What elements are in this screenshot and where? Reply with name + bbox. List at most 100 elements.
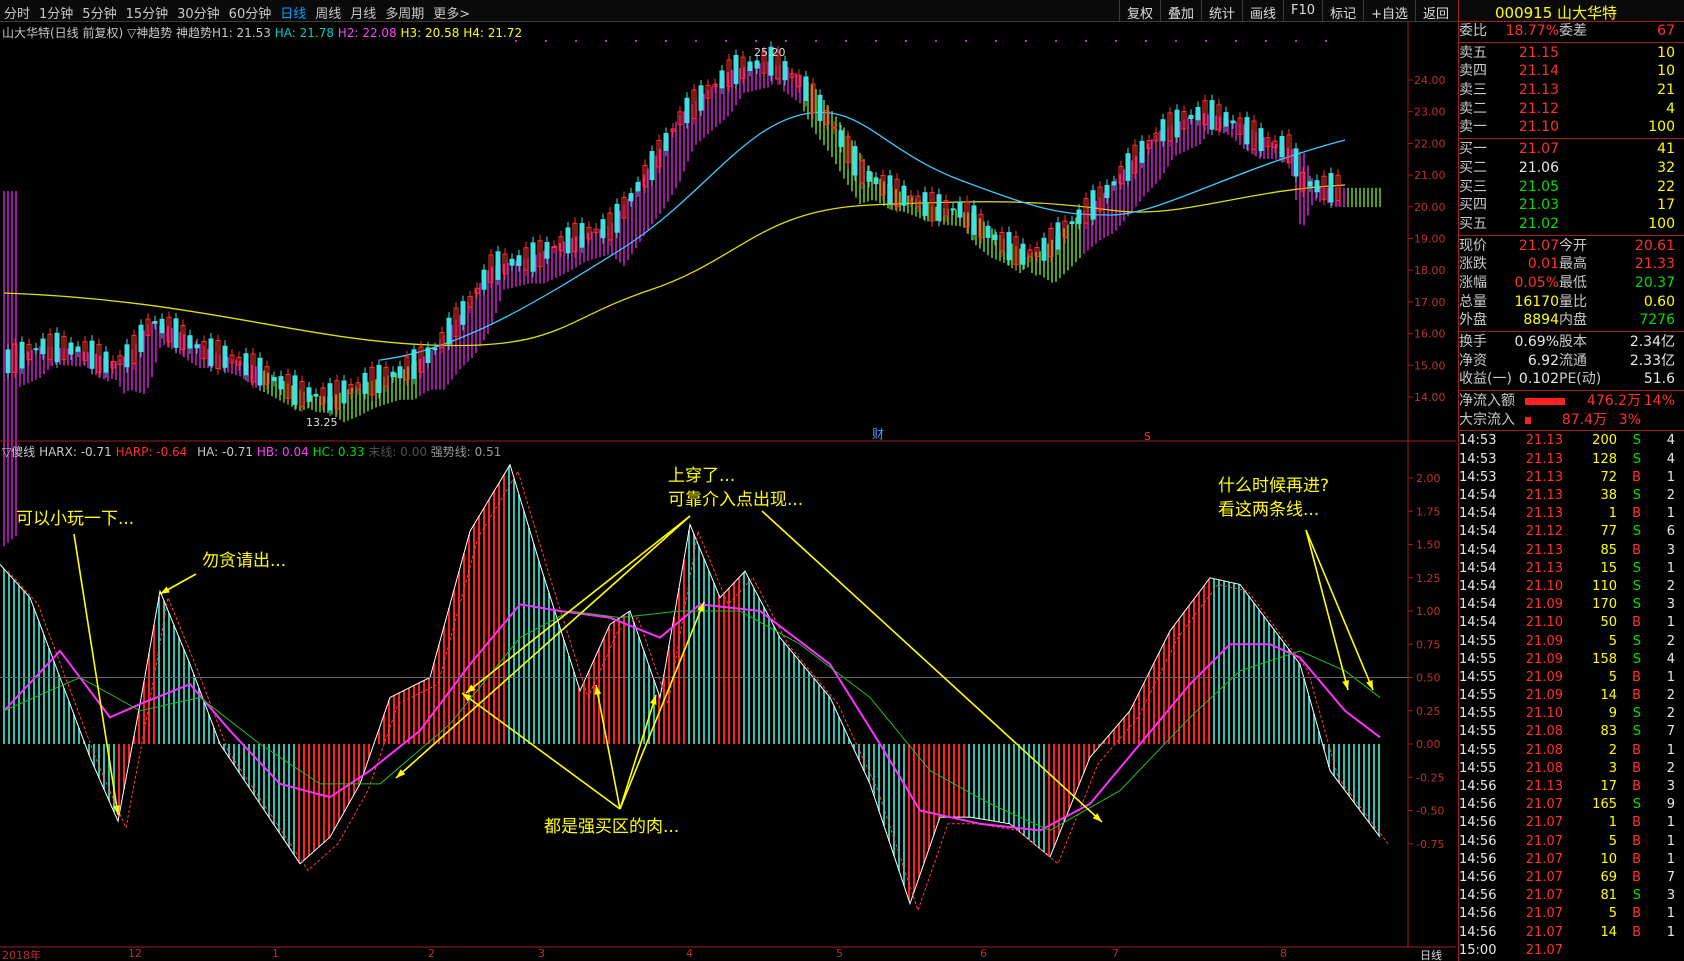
annotation-arrow — [73, 533, 119, 816]
x-label-2: 1 — [272, 947, 279, 960]
candle-body — [376, 364, 382, 394]
period-tab-8[interactable]: 月线 — [350, 3, 376, 22]
stat2-row: 净资 6.92 流通 2.33亿 — [1459, 352, 1675, 369]
tick-row: 14:54 21.10 110 S 2 — [1459, 578, 1675, 594]
signal-dot — [1295, 40, 1297, 42]
flow-row: 大宗流入 87.4万 3% — [1459, 411, 1641, 428]
candle-body — [152, 321, 158, 324]
tick-row: 14:55 21.10 9 S 2 — [1459, 706, 1675, 722]
y-tick-label: 14.00 — [1414, 391, 1446, 404]
signal-dot — [905, 40, 907, 42]
period-tab-3[interactable]: 15分钟 — [126, 3, 169, 22]
candle-body — [1055, 222, 1061, 250]
candle-body — [1006, 232, 1012, 261]
stat2-row: 收益(一) 0.102 PE(动) 51.6 — [1459, 371, 1675, 388]
candle-body — [614, 203, 620, 233]
candle-body — [341, 380, 347, 404]
signal-dot — [845, 40, 847, 42]
annotation-when-reenter: 什么时候再进? 看这两条线... — [1218, 474, 1329, 522]
candle-body — [1111, 181, 1117, 186]
ask-row: 卖三 21.13 21 — [1459, 82, 1675, 99]
candle-body — [635, 181, 641, 192]
tool-buttons: 复权 叠加 统计 画线 F10 标记 +自选 返回 — [1118, 0, 1456, 22]
candle-body — [460, 301, 466, 325]
candle-body — [950, 208, 956, 211]
period-tab-1[interactable]: 1分钟 — [39, 3, 73, 22]
tick-row: 14:56 21.07 81 S 3 — [1459, 888, 1675, 904]
y-tick-label: 18.00 — [1414, 264, 1446, 277]
quote-panel: 000915 山大华特 委比 18.77% 委差 67 卖五 21.15 10 卖四 21.14… — [1458, 0, 1684, 961]
candle-body — [306, 387, 312, 402]
signal-dot — [1175, 40, 1177, 42]
candle-body — [1125, 153, 1131, 181]
candle-body — [866, 171, 872, 182]
candle-body — [1041, 237, 1047, 261]
tool-button-1[interactable]: 叠加 — [1159, 0, 1201, 22]
tick-row: 14:55 21.09 5 B 1 — [1459, 669, 1675, 685]
candle-body — [1223, 112, 1229, 127]
candle-body — [922, 192, 928, 216]
annotation-arrow — [1305, 529, 1349, 691]
period-tab-9[interactable]: 多周期 — [385, 3, 424, 22]
candle-body — [901, 185, 907, 206]
signal-dot — [1235, 40, 1237, 42]
candle-body — [628, 193, 634, 202]
candle-body — [782, 61, 788, 81]
tool-button-2[interactable]: 统计 — [1201, 0, 1242, 22]
candle-body — [257, 357, 263, 386]
annotation-arrow — [761, 510, 1103, 823]
period-tab-10[interactable]: 更多> — [433, 3, 470, 22]
tick-row: 14:56 21.07 69 B 7 — [1459, 869, 1675, 885]
signal-dot — [1145, 40, 1147, 42]
period-tab-6[interactable]: 日线 — [280, 3, 306, 22]
candle-body — [838, 130, 844, 148]
signal-dot — [725, 40, 727, 42]
tool-button-5[interactable]: 标记 — [1322, 0, 1363, 22]
tool-button-0[interactable]: 复权 — [1118, 0, 1160, 22]
ask-row: 卖一 21.10 100 — [1459, 119, 1675, 136]
tick-row: 14:55 21.08 3 B 2 — [1459, 760, 1675, 776]
candle-body — [992, 234, 998, 240]
tick-row: 14:53 21.13 128 S 4 — [1459, 451, 1675, 467]
candle-body — [432, 348, 438, 351]
sub-y-tick-label: 0.00 — [1416, 738, 1441, 751]
weibi-row: 委比 18.77% 委差 67 — [1459, 23, 1675, 39]
period-tab-2[interactable]: 5分钟 — [82, 3, 116, 22]
candle-body — [138, 324, 144, 352]
y-tick-label: 23.00 — [1414, 106, 1446, 119]
tick-row: 14:54 21.10 50 B 1 — [1459, 615, 1675, 631]
tick-row: 14:55 21.09 14 B 2 — [1459, 688, 1675, 704]
candle-body — [243, 353, 249, 376]
tool-button-6[interactable]: +自选 — [1363, 0, 1415, 22]
annotation-exit: 勿贪请出... — [202, 551, 287, 571]
candle-body — [327, 383, 333, 411]
tick-row: 14:54 21.13 15 S 1 — [1459, 560, 1675, 576]
tick-row: 14:56 21.07 10 B 1 — [1459, 851, 1675, 867]
tool-button-4[interactable]: F10 — [1283, 0, 1322, 22]
sub-y-tick-label: 0.75 — [1416, 638, 1441, 651]
sub-y-tick-label: -0.25 — [1416, 771, 1444, 784]
signal-dot — [965, 40, 967, 42]
ha-sub-value: HA: -0.71 — [197, 445, 254, 459]
candle-body — [684, 97, 690, 124]
period-label: 日线 — [1420, 949, 1442, 961]
period-tab-0[interactable]: 分时 — [4, 3, 30, 22]
period-tab-7[interactable]: 周线 — [315, 3, 341, 22]
tick-row: 14:54 21.12 77 S 6 — [1459, 524, 1675, 540]
signal-dot — [665, 40, 667, 42]
candle-body — [1139, 140, 1145, 163]
candle-body — [1279, 136, 1285, 158]
candle-body — [54, 332, 60, 363]
y-tick-label: 20.00 — [1414, 201, 1446, 214]
tool-button-7[interactable]: 返回 — [1414, 0, 1456, 22]
signal-dot — [1265, 40, 1267, 42]
tick-row: 14:54 21.13 1 B 1 — [1459, 506, 1675, 522]
harx-value: HARX: -0.71 — [39, 445, 112, 459]
period-tab-5[interactable]: 60分钟 — [229, 3, 272, 22]
candle-body — [1230, 120, 1236, 124]
tool-button-3[interactable]: 画线 — [1242, 0, 1283, 22]
candle-body — [1020, 243, 1026, 265]
stock-code: 000915 — [1495, 4, 1553, 22]
period-tab-4[interactable]: 30分钟 — [177, 3, 220, 22]
bid-row: 买三 21.05 22 — [1459, 178, 1675, 195]
